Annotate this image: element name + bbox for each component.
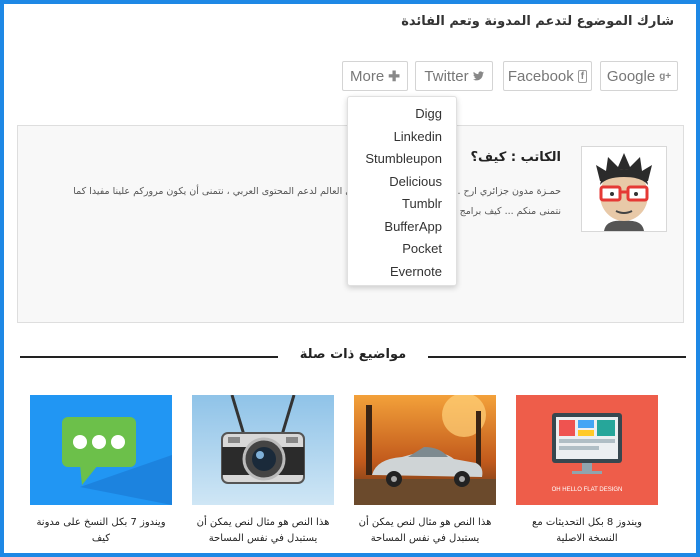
google-plus-icon: g+ <box>659 70 672 82</box>
menu-item-digg[interactable]: Digg <box>348 103 456 126</box>
menu-item-delicious[interactable]: Delicious <box>348 171 456 194</box>
share-more-label: More <box>350 67 385 85</box>
post-title[interactable]: هذا النص هو مثال لنص يمكن أن يستبدل في ن… <box>192 515 334 547</box>
related-post-card: OH HELLO FLAT DESIGN ويندوز 8 بكل التحدي… <box>516 395 658 547</box>
post-thumbnail[interactable] <box>30 395 172 505</box>
autumn-car-image <box>354 395 496 505</box>
menu-item-pocket[interactable]: Pocket <box>348 238 456 261</box>
avatar <box>581 146 667 232</box>
share-twitter-button[interactable]: Twitter <box>415 61 493 91</box>
thumbnail-caption: OH HELLO FLAT DESIGN <box>551 487 623 493</box>
share-twitter-label: Twitter <box>424 67 469 85</box>
share-facebook-label: Facebook <box>507 67 574 85</box>
page-frame: شارك الموضوع لتدعم المدونة وتعم الفائدة … <box>4 4 696 553</box>
avatar-illustration <box>582 147 666 231</box>
post-title[interactable]: هذا النص هو مثال لنص يمكن أن يستبدل في ن… <box>354 515 496 547</box>
related-posts-heading: مواضيع ذات صلة <box>20 346 686 366</box>
menu-item-evernote[interactable]: Evernote <box>348 261 456 284</box>
post-title[interactable]: ويندوز 8 بكل التحديثات مع النسخة الاصلية <box>516 515 658 547</box>
facebook-icon: f <box>577 69 588 83</box>
chat-bubble-image <box>30 395 172 505</box>
post-thumbnail[interactable] <box>192 395 334 505</box>
author-name: الكاتب : كيف؟ <box>470 150 561 165</box>
share-facebook-button[interactable]: Facebook f <box>503 61 592 91</box>
share-more-button[interactable]: More ✚ <box>342 61 408 91</box>
post-thumbnail[interactable] <box>354 395 496 505</box>
menu-item-stumbleupon[interactable]: Stumbleupon <box>348 148 456 171</box>
more-share-dropdown: Digg Linkedin Stumbleupon Delicious Tumb… <box>347 96 457 286</box>
share-heading: شارك الموضوع لتدعم المدونة وتعم الفائدة <box>401 14 674 29</box>
post-title[interactable]: ويندوز 7 بكل النسخ على مدونة كيف <box>30 515 172 547</box>
menu-item-tumblr[interactable]: Tumblr <box>348 193 456 216</box>
related-posts-title: مواضيع ذات صلة <box>299 347 407 362</box>
share-google-label: Google <box>606 67 656 85</box>
twitter-icon <box>472 71 484 81</box>
camera-image <box>192 395 334 505</box>
related-post-card: ويندوز 7 بكل النسخ على مدونة كيف <box>30 395 172 547</box>
author-bio: حمـزة مدون جزائري ارح ... بلوجرناقلتي ال… <box>73 186 561 217</box>
share-google-button[interactable]: Google g+ <box>600 61 678 91</box>
post-thumbnail[interactable]: OH HELLO FLAT DESIGN <box>516 395 658 505</box>
menu-item-linkedin[interactable]: Linkedin <box>348 126 456 149</box>
related-post-card: هذا النص هو مثال لنص يمكن أن يستبدل في ن… <box>354 395 496 547</box>
related-post-card: هذا النص هو مثال لنص يمكن أن يستبدل في ن… <box>192 395 334 547</box>
plus-icon: ✚ <box>388 67 400 84</box>
menu-item-bufferapp[interactable]: BufferApp <box>348 216 456 239</box>
